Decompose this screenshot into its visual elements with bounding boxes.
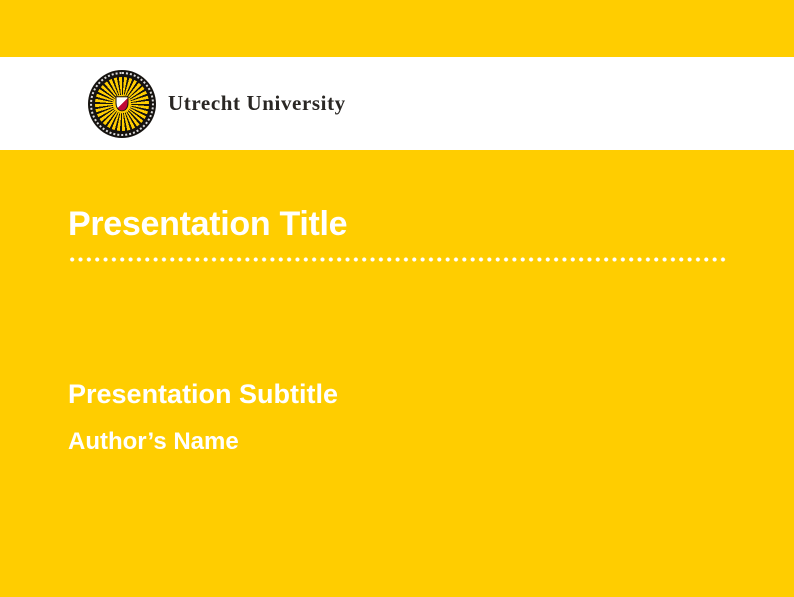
university-wordmark: Utrecht University (168, 91, 346, 116)
utrecht-university-sun-logo-icon (88, 70, 156, 138)
presentation-title: Presentation Title (68, 207, 347, 241)
logo-band: Utrecht University (0, 57, 794, 150)
dotted-divider (68, 256, 729, 263)
presentation-subtitle: Presentation Subtitle (68, 381, 338, 408)
title-slide: Utrecht University Presentation Title Pr… (0, 0, 794, 597)
author-name: Author’s Name (68, 430, 239, 454)
logo-shield-icon (116, 96, 129, 111)
